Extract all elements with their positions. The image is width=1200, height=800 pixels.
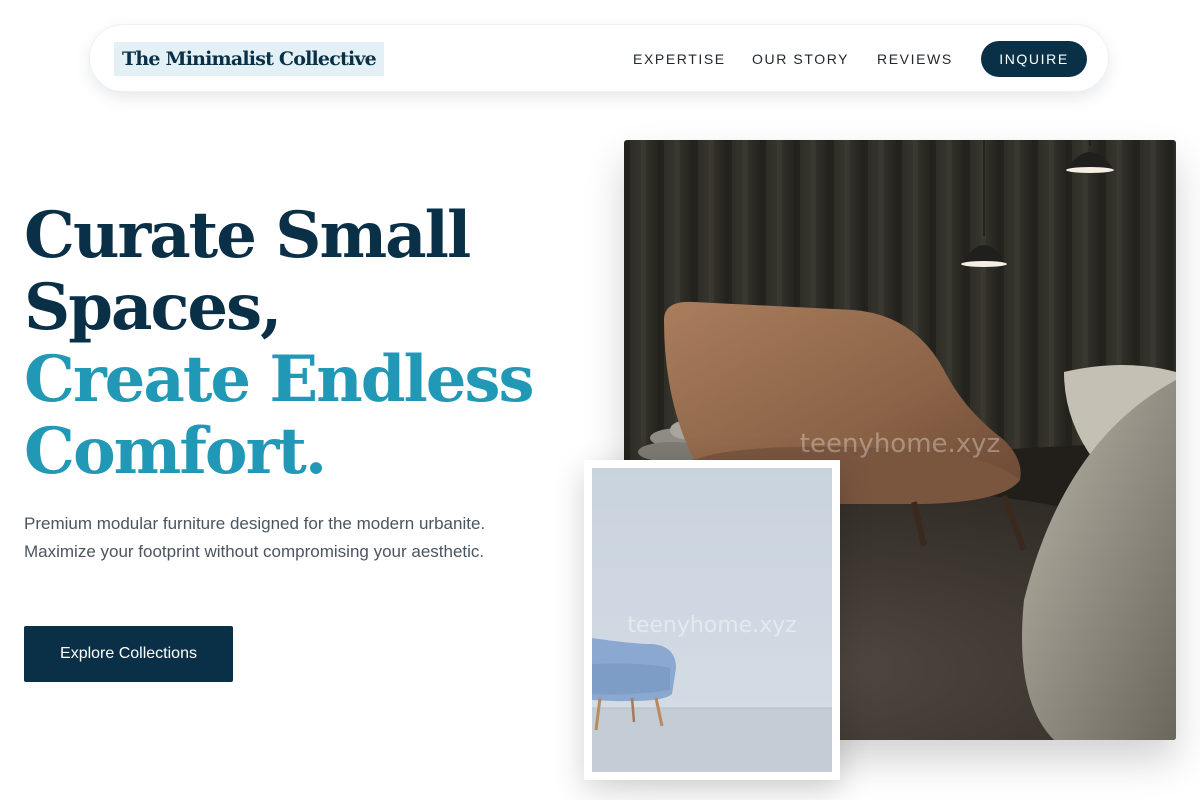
nav-link-our-story[interactable]: OUR STORY: [752, 49, 849, 69]
secondary-image-watermark: teenyhome.xyz: [627, 613, 797, 638]
top-navigation: The Minimalist Collective EXPERTISE OUR …: [89, 24, 1109, 92]
secondary-image-armchair: teenyhome.xyz: [592, 468, 832, 772]
armchair-scene-illustration: teenyhome.xyz: [592, 468, 832, 772]
nav-link-reviews[interactable]: REVIEWS: [877, 49, 953, 69]
headline-line-2: Spaces,: [24, 270, 282, 345]
headline-line-3: Create Endless: [24, 342, 535, 417]
nav-link-expertise[interactable]: EXPERTISE: [633, 49, 726, 69]
headline-line-1: Curate Small: [24, 198, 471, 273]
inquire-button[interactable]: INQUIRE: [981, 41, 1087, 77]
hero-subtext: Premium modular furniture designed for t…: [24, 514, 486, 561]
secondary-image-frame: teenyhome.xyz: [584, 460, 840, 780]
image-watermark: teenyhome.xyz: [800, 429, 1000, 459]
brand-logo[interactable]: The Minimalist Collective: [114, 42, 384, 76]
explore-collections-button[interactable]: Explore Collections: [24, 626, 233, 682]
headline-line-4: Comfort.: [24, 414, 327, 489]
hero-headline: Curate Small Spaces, Create Endless Comf…: [24, 198, 535, 489]
